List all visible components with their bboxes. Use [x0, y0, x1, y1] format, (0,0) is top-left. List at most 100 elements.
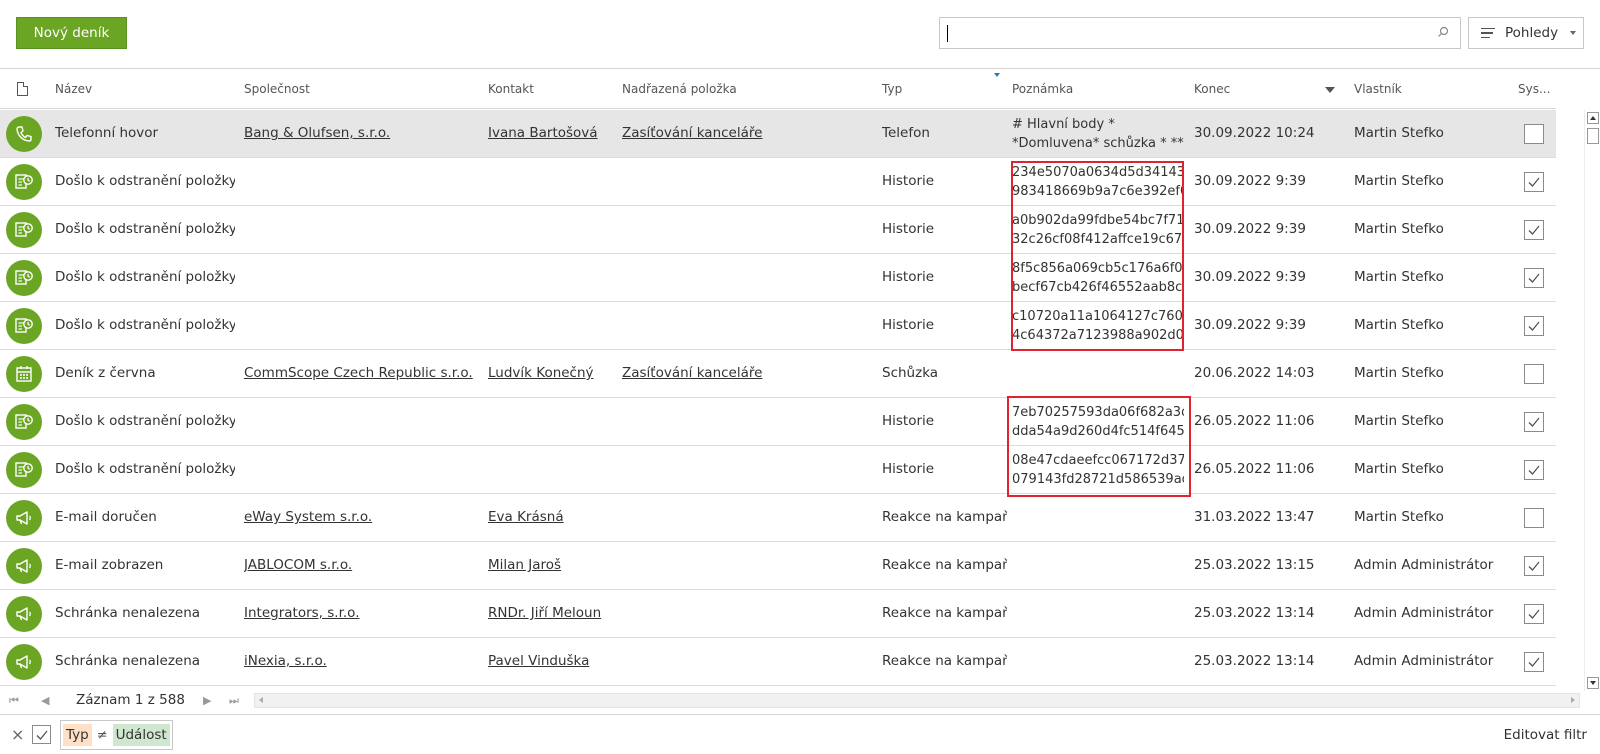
table-row[interactable]: Došlo k odstranění položky... Historie 0…: [0, 446, 1556, 494]
system-checkbox[interactable]: [1524, 508, 1544, 528]
cell-contact[interactable]: Ivana Bartošová: [488, 125, 616, 141]
cell-owner: Martin Stefko: [1354, 125, 1444, 141]
scroll-left-icon[interactable]: [259, 697, 263, 703]
column-header-company[interactable]: Společnost: [244, 82, 310, 96]
column-header-note[interactable]: Poznámka: [1012, 82, 1073, 96]
scroll-down-button[interactable]: [1587, 677, 1599, 689]
views-dropdown-button[interactable]: Pohledy: [1468, 17, 1584, 49]
system-checkbox[interactable]: [1524, 460, 1544, 480]
table-row[interactable]: Deník z června CommScope Czech Republic …: [0, 350, 1556, 398]
cell-name: Došlo k odstranění položky...: [55, 221, 235, 237]
cell-name: E-mail zobrazen: [55, 557, 164, 573]
cell-owner: Martin Stefko: [1354, 221, 1444, 237]
table-row[interactable]: E-mail doručen eWay System s.r.o. Eva Kr…: [0, 494, 1556, 542]
cell-company[interactable]: Bang & Olufsen, s.r.o.: [244, 125, 479, 141]
cell-company[interactable]: CommScope Czech Republic s.r.o.: [244, 365, 479, 381]
column-header-system[interactable]: Sys...: [1518, 82, 1550, 96]
filter-condition[interactable]: Typ ≠ Událost: [60, 720, 173, 750]
system-checkbox[interactable]: [1524, 556, 1544, 576]
new-journal-button[interactable]: Nový deník: [16, 17, 127, 49]
cell-note-line-1: 8f5c856a069cb5c176a6f07: [1012, 261, 1184, 276]
table-row[interactable]: Došlo k odstranění položky... Historie 8…: [0, 254, 1556, 302]
close-icon[interactable]: ×: [11, 725, 24, 744]
edit-filter-link[interactable]: Editovat filtr: [1504, 727, 1587, 743]
cell-type: Historie: [882, 221, 935, 237]
cell-note: a0b902da99fdbe54bc7f71 32c26cf08f412affc…: [1012, 211, 1184, 249]
history-icon: [6, 164, 42, 200]
system-checkbox[interactable]: [1524, 604, 1544, 624]
cell-name: Došlo k odstranění položky...: [55, 317, 235, 333]
cell-type: Reakce na kampaň: [882, 557, 1007, 573]
toolbar: Nový deník Pohledy: [0, 0, 1600, 69]
cell-contact[interactable]: RNDr. Jiří Meloun: [488, 605, 616, 621]
column-header-contact[interactable]: Kontakt: [488, 82, 534, 96]
system-checkbox[interactable]: [1524, 124, 1544, 144]
cell-note: c10720a11a1064127c760 4c64372a7123988a90…: [1012, 307, 1184, 345]
scroll-right-icon[interactable]: [1571, 697, 1575, 703]
cell-end: 25.03.2022 13:14: [1194, 605, 1315, 621]
system-checkbox[interactable]: [1524, 316, 1544, 336]
cell-owner: Martin Stefko: [1354, 461, 1444, 477]
column-header-end[interactable]: Konec: [1194, 82, 1230, 96]
search-icon[interactable]: [1436, 24, 1450, 42]
cell-name: Došlo k odstranění položky...: [55, 461, 235, 477]
cell-note-line-2: 4c64372a7123988a902d0: [1012, 328, 1184, 343]
table-row[interactable]: Došlo k odstranění položky... Historie c…: [0, 302, 1556, 350]
cell-type: Reakce na kampaň: [882, 653, 1007, 669]
table-row[interactable]: Schránka nenalezena Integrators, s.r.o. …: [0, 590, 1556, 638]
cell-company[interactable]: iNexia, s.r.o.: [244, 653, 479, 669]
megaphone-icon: [6, 548, 42, 584]
cell-end: 26.05.2022 11:06: [1194, 413, 1315, 429]
search-input[interactable]: [939, 17, 1461, 49]
cell-contact[interactable]: Ludvík Konečný: [488, 365, 616, 381]
cell-type: Reakce na kampaň: [882, 605, 1007, 621]
filter-icon: [994, 73, 1000, 77]
horizontal-scrollbar[interactable]: [254, 693, 1580, 708]
cell-end: 26.05.2022 11:06: [1194, 461, 1315, 477]
text-caret: [947, 25, 948, 42]
column-header-parent[interactable]: Nadřazená položka: [622, 82, 737, 96]
cell-type: Telefon: [882, 125, 930, 141]
first-page-icon[interactable]: ⏮: [9, 694, 19, 708]
last-page-icon[interactable]: ⏭: [229, 694, 239, 708]
scroll-up-button[interactable]: [1587, 112, 1599, 124]
sort-descending-icon[interactable]: [1325, 87, 1335, 93]
cell-note: # Hlavní body * *Domluvena* schůzka * **…: [1012, 115, 1184, 153]
table-row[interactable]: Došlo k odstranění položky... Historie 7…: [0, 398, 1556, 446]
previous-page-icon[interactable]: ◀: [41, 694, 49, 707]
cell-name: Schránka nenalezena: [55, 605, 201, 621]
table-row[interactable]: E-mail zobrazen JABLOCOM s.r.o. Milan Ja…: [0, 542, 1556, 590]
cell-company[interactable]: Integrators, s.r.o.: [244, 605, 479, 621]
next-page-icon[interactable]: ▶: [203, 694, 211, 707]
system-checkbox[interactable]: [1524, 652, 1544, 672]
cell-company[interactable]: JABLOCOM s.r.o.: [244, 557, 479, 573]
cell-note: 08e47cdaeefcc067172d37 079143fd28721d586…: [1012, 451, 1184, 489]
column-header-owner[interactable]: Vlastník: [1354, 82, 1402, 96]
system-checkbox[interactable]: [1524, 268, 1544, 288]
cell-owner: Admin Administrátor: [1354, 653, 1494, 669]
cell-parent[interactable]: Zasíťování kanceláře: [622, 365, 872, 381]
column-header-name[interactable]: Název: [55, 82, 92, 96]
vertical-scrollbar[interactable]: [1584, 110, 1600, 691]
cell-type: Historie: [882, 413, 935, 429]
cell-contact[interactable]: Pavel Vinduška: [488, 653, 616, 669]
system-checkbox[interactable]: [1524, 364, 1544, 384]
system-checkbox[interactable]: [1524, 220, 1544, 240]
system-checkbox[interactable]: [1524, 412, 1544, 432]
scroll-thumb[interactable]: [1587, 128, 1599, 144]
history-icon: [6, 404, 42, 440]
table-row[interactable]: Došlo k odstranění položky... Historie 2…: [0, 158, 1556, 206]
column-header-type[interactable]: Typ: [882, 82, 902, 96]
list-icon: [1481, 25, 1495, 42]
cell-contact[interactable]: Milan Jaroš: [488, 557, 616, 573]
system-checkbox[interactable]: [1524, 172, 1544, 192]
table-row[interactable]: Došlo k odstranění položky... Historie a…: [0, 206, 1556, 254]
filter-enable-checkbox[interactable]: [32, 725, 51, 744]
table-row[interactable]: Telefonní hovor Bang & Olufsen, s.r.o. I…: [0, 110, 1556, 158]
table-row[interactable]: Schránka nenalezena iNexia, s.r.o. Pavel…: [0, 638, 1556, 686]
phone-icon: [6, 116, 42, 152]
cell-parent[interactable]: Zasíťování kanceláře: [622, 125, 872, 141]
cell-contact[interactable]: Eva Krásná: [488, 509, 616, 525]
history-icon: [6, 212, 42, 248]
cell-company[interactable]: eWay System s.r.o.: [244, 509, 479, 525]
